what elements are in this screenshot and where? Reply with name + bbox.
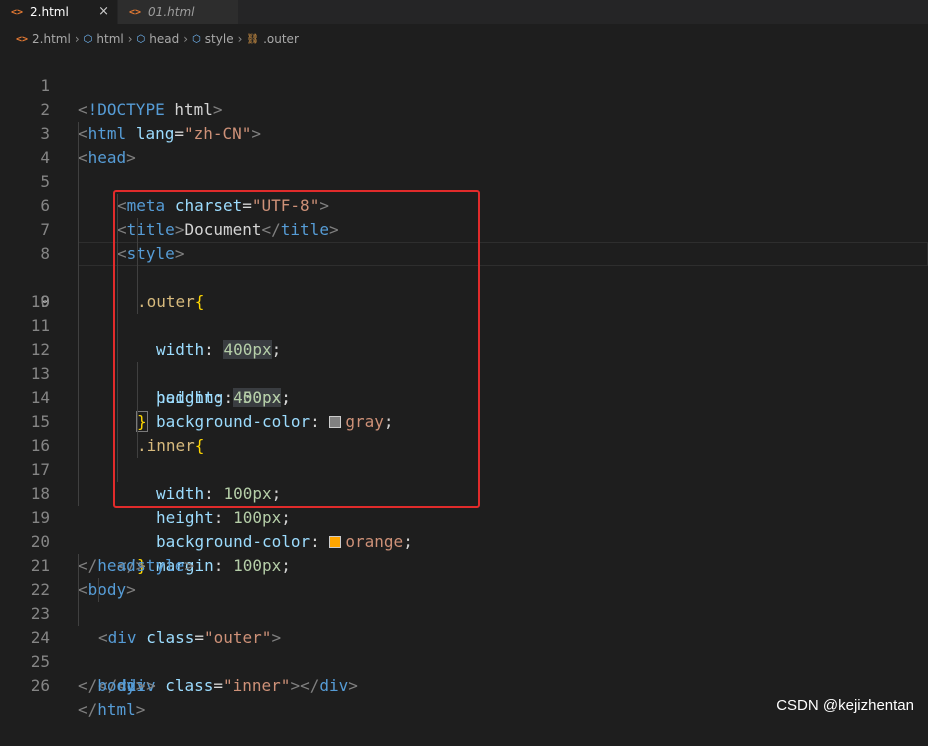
tab-2-html[interactable]: <> 2.html × [0, 0, 117, 24]
chevron-right-icon: › [127, 32, 133, 46]
tab-bar: <> 2.html × <> 01.html [0, 0, 928, 24]
breadcrumb-outer[interactable]: ⛓ .outer [246, 32, 299, 46]
code-line: 21 <body> [0, 530, 928, 599]
symbol-element-icon: ⬡ [192, 33, 201, 45]
html-file-icon: <> [16, 33, 29, 45]
code-line: 3 <head> [0, 98, 928, 167]
breadcrumb-file[interactable]: <> 2.html [16, 32, 71, 46]
breadcrumb-head[interactable]: ⬡ head [137, 32, 180, 46]
html-file-icon: <> [129, 6, 142, 18]
chevron-right-icon: › [237, 32, 243, 46]
code-line: 1 <!DOCTYPE html> [0, 50, 928, 119]
tab-label: 01.html [148, 5, 195, 19]
symbol-element-icon: ⬡ [83, 33, 93, 45]
watermark: CSDN @kejizhentan [776, 697, 914, 714]
breadcrumb: <> 2.html › ⬡ html › ⬡ head › ⬡ style › ⛓ .ou… [0, 29, 299, 49]
code-line: 20 </head> [0, 506, 928, 575]
chevron-right-icon: › [74, 32, 80, 46]
tab-01-html[interactable]: <> 01.html [117, 0, 238, 24]
symbol-element-icon: ⬡ [136, 33, 146, 45]
code-line: 22 <div class="outer"> [0, 554, 928, 647]
code-line: 5 <title>Document</title> [0, 146, 928, 239]
code-line: 24 </div> [0, 602, 928, 695]
symbol-selector-icon: ⛓ [246, 33, 260, 45]
breadcrumb-style[interactable]: ⬡ style [192, 32, 234, 46]
highlight-box [113, 190, 480, 508]
code-line: 2 <html lang="zh-CN"> [0, 74, 928, 143]
code-line: 4 <meta charset="UTF-8"> [0, 122, 928, 215]
chevron-right-icon: › [183, 32, 189, 46]
code-line: 26 </html> [0, 650, 928, 719]
code-line: 23 <div class="inner"></div> [0, 578, 928, 695]
html-file-icon: <> [11, 6, 24, 18]
line-number: 26 [30, 676, 50, 695]
breadcrumb-html[interactable]: ⬡ html [84, 32, 124, 46]
tab-label: 2.html [30, 5, 69, 19]
close-icon[interactable]: × [98, 4, 109, 20]
code-line: 25 </body> [0, 626, 928, 695]
